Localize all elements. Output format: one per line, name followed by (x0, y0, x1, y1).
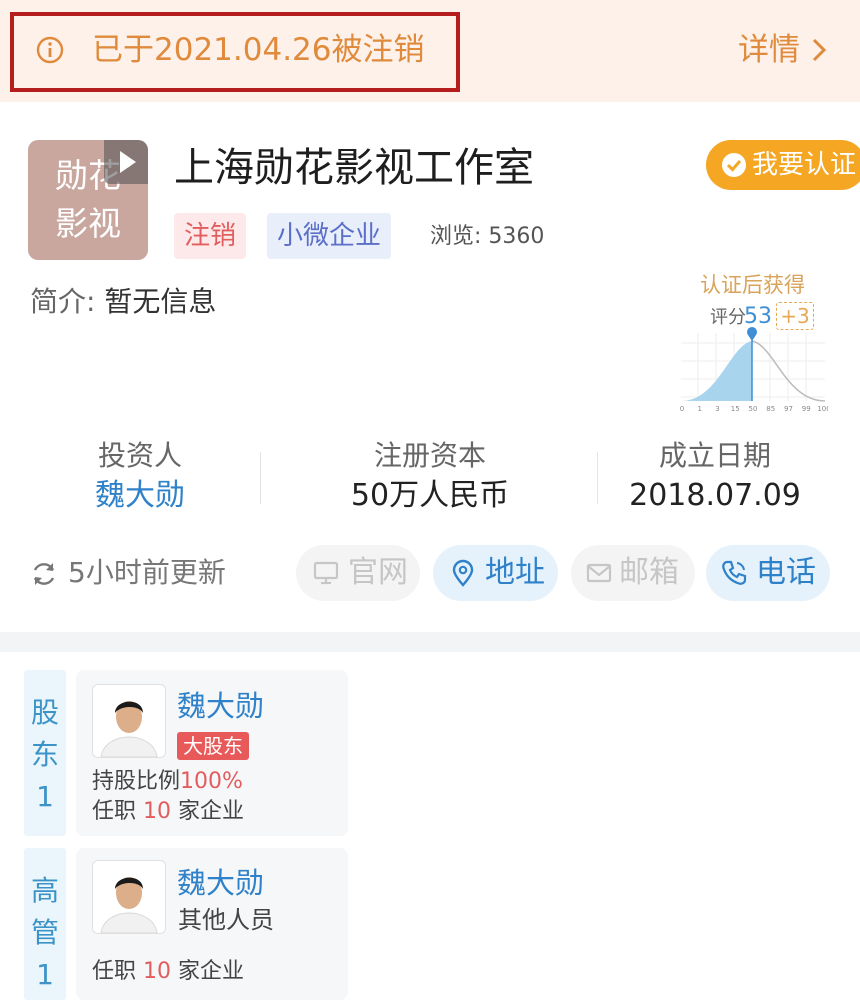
email-button[interactable]: 邮箱 (571, 545, 695, 601)
address-button[interactable]: 地址 (433, 545, 558, 601)
verified-badge-icon (722, 153, 746, 177)
major-shareholder-badge: 大股东 (177, 732, 249, 760)
view-count-label: 浏览: (430, 224, 482, 249)
tab-count: 1 (36, 780, 54, 813)
positions-suffix: 家企业 (178, 799, 245, 824)
mail-icon (586, 563, 612, 583)
intro-label: 简介: (30, 285, 96, 318)
phone-button[interactable]: 电话 (706, 545, 830, 601)
tab-char: 东 (30, 738, 59, 771)
section-separator (0, 632, 860, 652)
intro-value: 暂无信息 (104, 285, 217, 318)
website-label: 官网 (348, 555, 408, 590)
positions-count[interactable]: 任职 10 家企业 (92, 796, 244, 828)
address-label: 地址 (485, 555, 545, 590)
view-count-value: 5360 (488, 224, 545, 249)
company-type-tag: 小微企业 (267, 213, 392, 259)
positions-prefix: 任职 (92, 959, 137, 984)
score-distribution-chart[interactable]: 0 1 3 15 50 85 97 99 100 (678, 325, 828, 415)
executive-name[interactable]: 魏大勋 (177, 863, 264, 903)
email-label: 邮箱 (619, 555, 679, 590)
positions-count[interactable]: 任职 10 家企业 (92, 956, 244, 988)
refresh-icon[interactable] (30, 560, 58, 588)
view-count: 浏览: 5360 (430, 220, 544, 254)
executive-role: 其他人员 (178, 906, 274, 934)
ratio-value: 100% (180, 769, 243, 794)
registered-capital-value: 50万人民币 (350, 478, 510, 513)
investor-value[interactable]: 魏大勋 (40, 474, 240, 518)
play-video-button[interactable] (104, 140, 148, 184)
tab-char: 高 (30, 874, 59, 907)
tab-char: 管 (30, 916, 59, 949)
shareholding-ratio: 持股比例100% (92, 766, 243, 798)
divider (597, 452, 598, 504)
tab-count: 1 (36, 958, 54, 991)
shareholder-name[interactable]: 魏大勋 (177, 686, 264, 726)
last-updated-text: 5小时前更新 (68, 556, 226, 589)
play-icon (120, 151, 136, 173)
ratio-label: 持股比例 (92, 769, 181, 794)
phone-icon (722, 560, 747, 585)
score-tick-label: 100 (817, 405, 828, 413)
divider (260, 452, 261, 504)
avatar[interactable] (92, 684, 166, 758)
company-intro: 简介: 暂无信息 (30, 280, 216, 324)
score-tick-label: 99 (802, 405, 811, 413)
founded-date-value: 2018.07.09 (629, 478, 801, 513)
investor-label: 投资人 (97, 439, 182, 472)
tab-shareholders[interactable]: 股 东 1 (24, 670, 66, 836)
monitor-icon (313, 561, 339, 585)
chevron-right-icon[interactable] (810, 38, 828, 62)
positions-number: 10 (143, 799, 172, 824)
score-certify-hint[interactable]: 认证后获得 (700, 270, 805, 300)
avatar[interactable] (92, 860, 166, 934)
certify-label: 我要认证 (752, 150, 857, 180)
founded-date-label: 成立日期 (658, 439, 771, 472)
certify-button[interactable]: 我要认证 (706, 140, 860, 190)
info-icon (36, 36, 64, 64)
location-pin-icon (452, 559, 474, 587)
score-tick-label: 15 (731, 405, 740, 413)
score-tick-label: 85 (766, 405, 775, 413)
positions-suffix: 家企业 (178, 959, 245, 984)
company-logo[interactable]: 勋花 影视 (28, 140, 148, 260)
website-button[interactable]: 官网 (296, 545, 420, 601)
score-tick-label: 1 (698, 405, 702, 413)
tab-char: 股 (30, 696, 59, 729)
company-name: 上海勋花影视工作室 (174, 145, 534, 191)
score-tick-label: 97 (784, 405, 793, 413)
positions-number: 10 (143, 959, 172, 984)
score-tick-label: 0 (680, 405, 684, 413)
registered-capital-label: 注册资本 (373, 439, 486, 472)
cancellation-notice: 已于2021.04.26被注销 (92, 32, 425, 68)
score-tick-label: 50 (749, 405, 758, 413)
phone-label: 电话 (756, 555, 816, 590)
details-link[interactable]: 详情 (738, 26, 800, 74)
tab-executives[interactable]: 高 管 1 (24, 848, 66, 1000)
score-marker-icon (747, 327, 757, 341)
status-tag-cancelled: 注销 (174, 213, 247, 259)
positions-prefix: 任职 (92, 799, 137, 824)
score-tick-label: 3 (715, 405, 719, 413)
